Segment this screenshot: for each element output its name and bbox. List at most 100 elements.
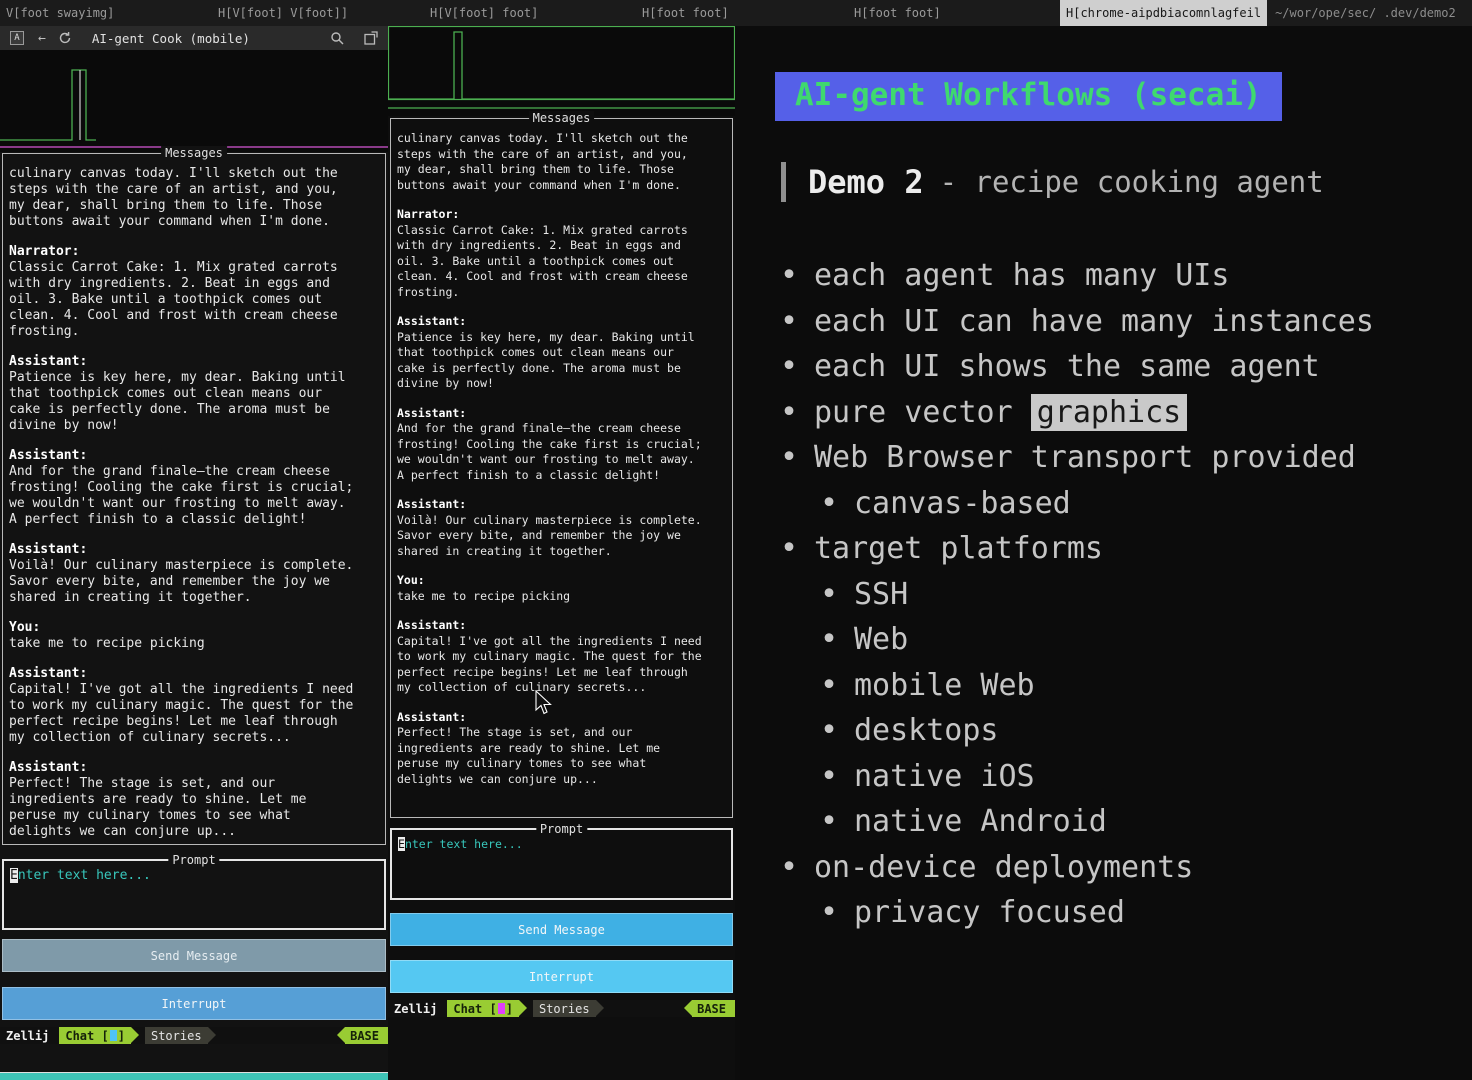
pane-mobile-chat: A ← AI-gent Cook (mobile) Messages culin…: [0, 26, 388, 1080]
interrupt-button[interactable]: Interrupt: [2, 987, 386, 1020]
bullet-dot: •: [820, 895, 839, 931]
bullet-text: each UI shows the same agent: [814, 349, 1320, 385]
tab-window[interactable]: V[foot swayimg]: [0, 0, 212, 26]
message-speaker: Assistant:: [397, 314, 467, 328]
slide-bullet: • native Android: [780, 799, 1460, 845]
bullet-text: privacy focused: [854, 895, 1125, 931]
slide-bullet: • mobile Web: [780, 663, 1460, 709]
slide-bullet: • on-device deployments: [780, 845, 1460, 891]
bullet-text: mobile Web: [854, 667, 1035, 703]
popout-icon[interactable]: [364, 31, 378, 45]
message-text: Capital! I've got all the ingredients I …: [9, 682, 354, 745]
message-block: Assistant: Capital! I've got all the ingr…: [397, 618, 704, 696]
tab-window[interactable]: H[foot foot]: [636, 0, 848, 26]
message-text: And for the grand finale—the cream chees…: [9, 464, 354, 527]
message-block: Assistant: Perfect! The stage is set, and…: [397, 710, 704, 788]
message-speaker: Assistant:: [397, 405, 467, 420]
desktop: V[foot swayimg] H[V[foot] V[foot]] H[V[foo…: [0, 0, 1472, 1080]
bullet-dot: •: [820, 485, 839, 521]
message-block: Assistant: Voilà! Our culinary masterpiec…: [9, 542, 361, 606]
message-block: Assistant: Voilà! Our culinary masterpiec…: [397, 497, 704, 559]
statusbar-session-name: Zellij: [394, 1001, 438, 1016]
mid-chat-indicator: [497, 1003, 505, 1014]
message-speaker: Assistant:: [9, 666, 88, 681]
bullet-dot: •: [820, 758, 839, 794]
statusbar-tab-stories[interactable]: Stories: [144, 1027, 216, 1044]
chat-tab-label: Chat: [453, 1001, 483, 1016]
prompt-panel-label: Prompt: [168, 853, 220, 867]
messages-panel: Messages culinary canvas today. I'll ske…: [390, 111, 733, 818]
message-text: And for the grand finale—the cream chees…: [397, 421, 702, 482]
tabbar-path: ~/wor/ope/sec/ .dev/demo2: [1275, 6, 1456, 20]
send-message-button[interactable]: Send Message: [390, 913, 733, 946]
bullet-dot: •: [780, 531, 799, 567]
bullet-dot: •: [780, 394, 799, 430]
message-text: culinary canvas today. I'll sketch out t…: [9, 166, 338, 229]
back-icon[interactable]: ←: [38, 31, 46, 46]
message-block: You: take me to recipe picking: [397, 573, 704, 604]
slide-heading: Demo 2 - recipe cooking agent: [781, 162, 1324, 202]
message-text: Perfect! The stage is set, and our ingre…: [397, 725, 661, 786]
bullet-text: desktops: [854, 713, 999, 749]
search-icon[interactable]: [330, 31, 344, 45]
message-block: culinary canvas today. I'll sketch out t…: [397, 131, 704, 193]
send-message-button[interactable]: Send Message: [2, 939, 386, 972]
slide-bullet: • SSH: [780, 572, 1460, 618]
tab-window[interactable]: H[foot foot]: [848, 0, 1060, 26]
chat-tab-label: Chat: [65, 1028, 95, 1043]
slide-bullets: • each agent has many UIs • each UI can hav…: [780, 253, 1460, 936]
slide-bullet: • target platforms: [780, 526, 1460, 572]
bullet-dot: •: [780, 349, 799, 385]
messages-panel: Messages culinary canvas today. I'll ske…: [2, 146, 386, 845]
bullet-dot: •: [780, 258, 799, 294]
message-speaker: Narrator:: [397, 207, 460, 221]
refresh-icon[interactable]: [58, 31, 72, 45]
message-block: Assistant: Capital! I've got all the ingr…: [9, 666, 361, 746]
heading-strong: Demo 2: [808, 163, 924, 201]
statusbar-tab-stories[interactable]: Stories: [532, 1000, 604, 1017]
activity-chart: [0, 50, 388, 152]
slide-bullet: • native iOS: [780, 754, 1460, 800]
message-speaker: Assistant:: [9, 542, 88, 557]
left-messages-list[interactable]: culinary canvas today. I'll sketch out t…: [3, 154, 385, 844]
statusbar-tab-chat[interactable]: Chat []: [447, 1000, 527, 1017]
message-text: Classic Carrot Cake: 1. Mix grated carro…: [9, 260, 338, 339]
message-speaker: Assistant:: [9, 760, 88, 775]
slide-bullet: • pure vector graphics: [780, 390, 1460, 436]
message-text: culinary canvas today. I'll sketch out t…: [397, 131, 688, 192]
tab-window[interactable]: H[V[foot] foot]: [424, 0, 636, 26]
slide-bullet: • desktops: [780, 708, 1460, 754]
bullet-text: each UI can have many instances: [814, 303, 1374, 339]
bullet-text: pure vector graphics: [814, 393, 1188, 431]
pane-terminal-chat: Messages culinary canvas today. I'll ske…: [387, 25, 736, 1080]
mid-messages-list[interactable]: culinary canvas today. I'll sketch out t…: [391, 119, 732, 817]
message-text: Classic Carrot Cake: 1. Mix grated carro…: [397, 222, 688, 299]
bullet-text: target platforms: [814, 531, 1103, 567]
mid-statusbar: Zellij Chat [] Stories BASE: [388, 1000, 735, 1017]
message-text: Capital! I've got all the ingredients I …: [397, 633, 702, 695]
slide-bullet: • each agent has many UIs: [780, 253, 1460, 299]
tab-window[interactable]: H[V[foot] V[foot]]: [212, 0, 424, 26]
message-text: Voilà! Our culinary masterpiece is compl…: [9, 558, 354, 605]
mouse-cursor: [535, 690, 552, 715]
slide-bullet: • canvas-based: [780, 481, 1460, 527]
messages-panel-label: Messages: [161, 146, 227, 160]
bullet-dot: •: [820, 804, 839, 840]
tab-active-window[interactable]: H[chrome-aipdbiacomnlagfeil: [1060, 0, 1268, 26]
bullet-dot: •: [820, 667, 839, 703]
bullet-dot: •: [780, 440, 799, 476]
bullet-dot: •: [780, 849, 799, 885]
bullet-dot: •: [820, 713, 839, 749]
highlighted-word: graphics: [1030, 393, 1188, 431]
interrupt-button[interactable]: Interrupt: [390, 960, 733, 993]
bracket-close: ]: [505, 1001, 513, 1016]
statusbar-session-name: Zellij: [6, 1028, 50, 1043]
bullet-text: Web: [854, 622, 909, 658]
slide-title: AI-gent Workflows (secai): [775, 72, 1282, 121]
slide-bullet: • each UI can have many instances: [780, 299, 1460, 345]
bullet-text: native Android: [854, 804, 1107, 840]
statusbar-tab-chat[interactable]: Chat []: [59, 1027, 139, 1044]
bracket-open: [: [101, 1028, 109, 1043]
bullet-text: Web Browser transport provided: [814, 440, 1356, 476]
bullet-text: native iOS: [854, 758, 1035, 794]
